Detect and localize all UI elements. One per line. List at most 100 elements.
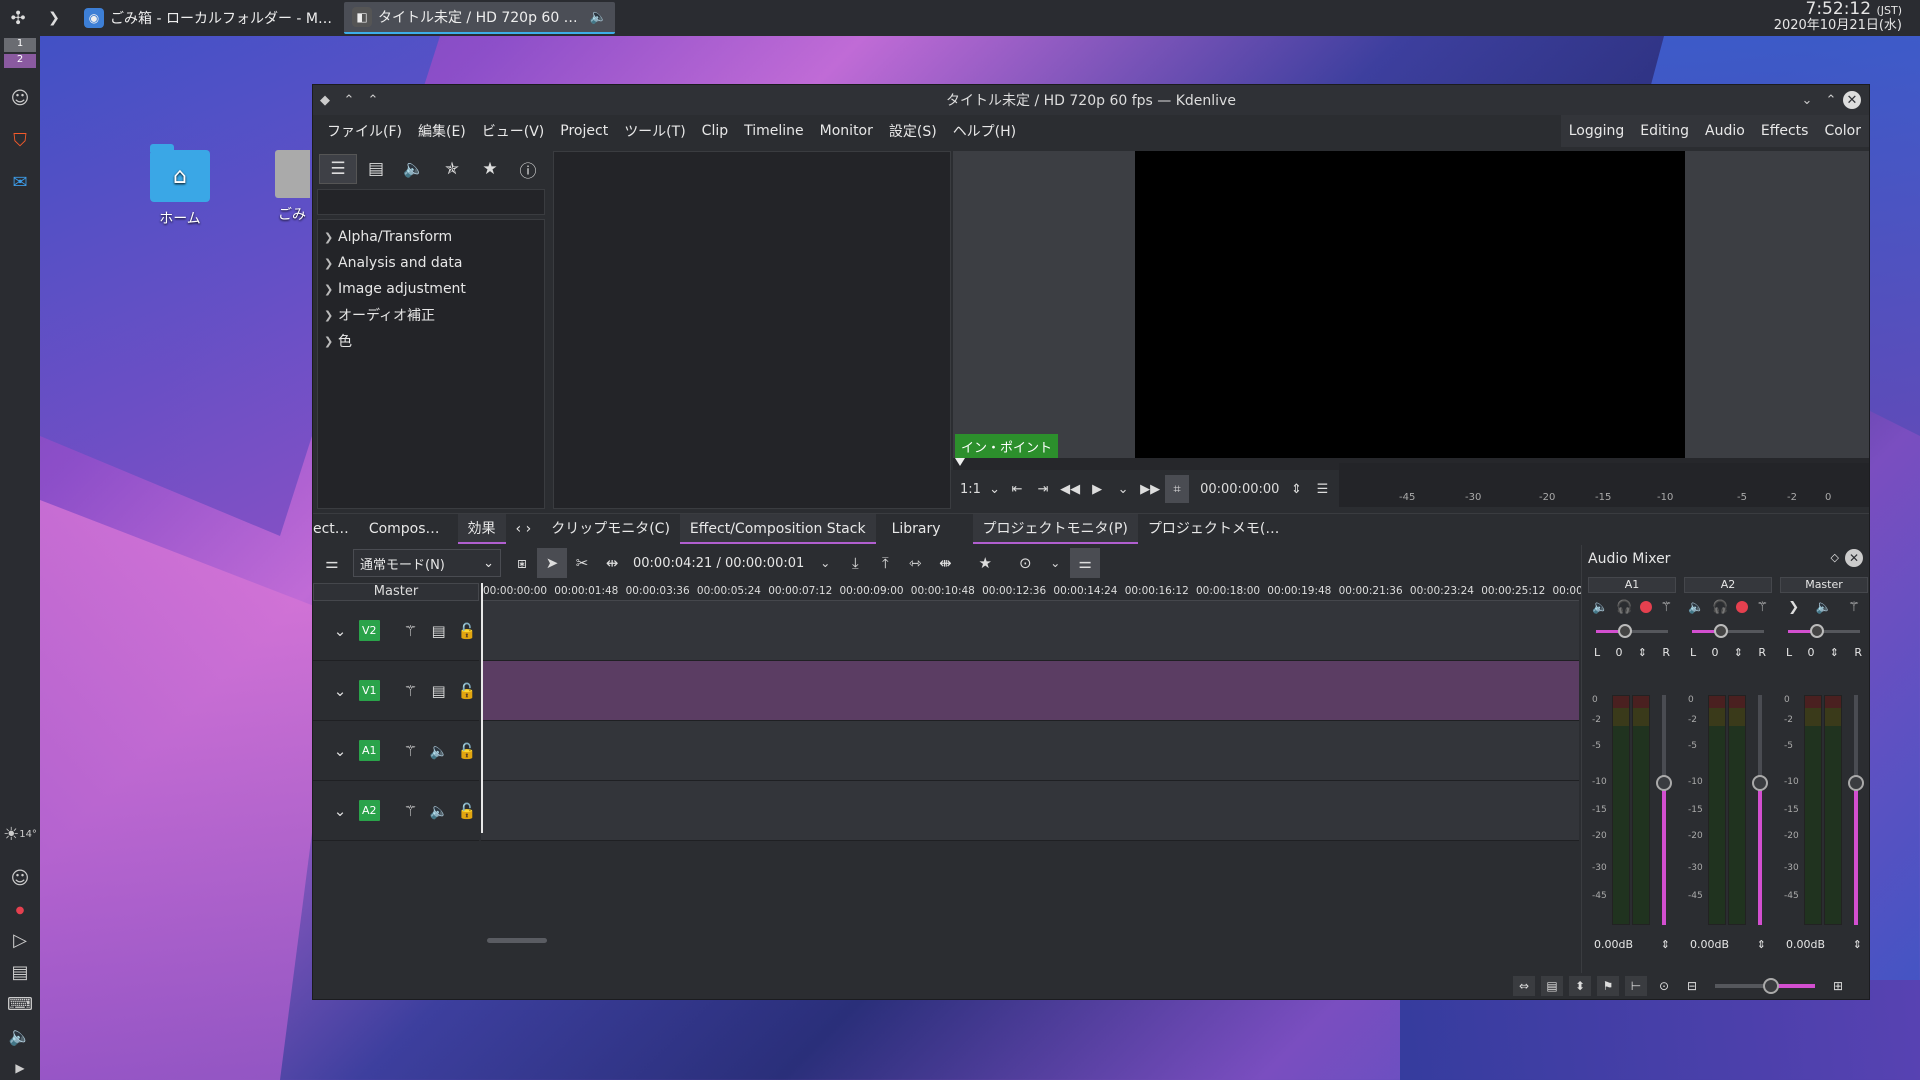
clipboard-icon[interactable]: ▤	[0, 954, 40, 990]
mute-icon[interactable]: 🔈	[1592, 600, 1608, 615]
desktop-home[interactable]: ⌂ ホーム	[130, 144, 230, 228]
pager-desktop-2[interactable]: 2	[4, 54, 36, 68]
thumbnails-icon[interactable]: ▤	[1541, 976, 1563, 996]
menu-help[interactable]: ヘルプ(H)	[945, 121, 1024, 141]
tab-compositions[interactable]: Compos…	[359, 514, 450, 544]
layout-audio[interactable]: Audio	[1697, 115, 1753, 147]
track-header-v2[interactable]: ⌄ V2 ⚚ ▤ 🔓	[313, 601, 479, 661]
effect-category[interactable]: ❯ Analysis and data	[318, 250, 544, 276]
menu-monitor[interactable]: Monitor	[812, 123, 881, 139]
collapse-icon[interactable]: ⌄	[331, 682, 349, 700]
track-tag[interactable]: V1	[359, 680, 380, 701]
crop-icon[interactable]: ⌗	[1165, 475, 1190, 503]
mixer-close-icon[interactable]: ✕	[1845, 549, 1863, 567]
effects-wand-icon[interactable]: ⚚	[402, 682, 420, 700]
discord-tray-icon[interactable]: ☺	[0, 860, 40, 896]
video-hide-icon[interactable]: ▤	[430, 682, 448, 700]
media-play-icon[interactable]: ▷	[0, 922, 40, 958]
track-tag[interactable]: A1	[359, 740, 380, 761]
menu-view[interactable]: ビュー(V)	[474, 121, 553, 141]
terminal-icon[interactable]: ❯	[36, 0, 72, 36]
menu-tools[interactable]: ツール(T)	[616, 121, 693, 141]
effect-category[interactable]: ❯ オーディオ補正	[318, 302, 544, 328]
db-value-field[interactable]: 0.00dB ⇕	[1780, 933, 1868, 955]
timecode-format-icon[interactable]: ⌄	[810, 548, 840, 578]
track-a1[interactable]	[481, 721, 1579, 781]
info-icon[interactable]: ⓘ	[509, 154, 547, 184]
play-icon[interactable]: ▶	[1085, 475, 1109, 503]
spin-icon[interactable]: ⇕	[1638, 646, 1647, 659]
track-v2[interactable]	[481, 601, 1579, 661]
keyboard-icon[interactable]: ⌨	[0, 986, 40, 1022]
monitor-timecode[interactable]: 00:00:00:00	[1197, 475, 1282, 503]
select-tool-icon[interactable]: ➤	[537, 548, 567, 578]
thunderbird-icon[interactable]: ✉	[0, 164, 40, 200]
video-hide-icon[interactable]: ▤	[430, 622, 448, 640]
layout-editing[interactable]: Editing	[1632, 115, 1697, 147]
spin-icon[interactable]: ⇕	[1734, 646, 1743, 659]
mute-icon[interactable]: 🔈	[430, 802, 449, 820]
zoom-fit-icon[interactable]: ⊙	[1653, 976, 1675, 996]
pan-value[interactable]: 0	[1807, 646, 1814, 659]
app-launcher-icon[interactable]: ✣	[0, 0, 36, 36]
expand-tray-icon[interactable]: ▶	[0, 1050, 40, 1080]
razor-tool-icon[interactable]: ✂	[567, 548, 597, 578]
pan-slider[interactable]	[1780, 621, 1868, 641]
tab-effects[interactable]: 効果	[457, 513, 506, 544]
record-icon[interactable]	[1736, 601, 1749, 613]
window-menu-icon[interactable]: ◆	[313, 88, 337, 112]
edit-mode-select[interactable]: 通常モード(N) ⌄	[353, 549, 501, 577]
zoom-in-icon[interactable]: ⊞	[1827, 976, 1849, 996]
timeline-playhead[interactable]	[481, 583, 483, 833]
effects-wand-icon[interactable]: ⚚	[1660, 600, 1672, 615]
effects-wand-icon[interactable]: ⚚	[1848, 600, 1860, 615]
track-height-icon[interactable]: ⇔	[1513, 976, 1535, 996]
track-tag[interactable]: V2	[359, 620, 380, 641]
mixer-toggle-icon[interactable]: ⚌	[1070, 548, 1101, 578]
window-titlebar[interactable]: ◆ ⌃ ⌃ タイトル未定 / HD 720p 60 fps — Kdenlive…	[313, 85, 1869, 115]
zoom-out-icon[interactable]: ⊟	[1681, 976, 1703, 996]
tab-project-monitor[interactable]: プロジェクトモニタ(P)	[972, 513, 1138, 544]
pan-slider[interactable]	[1684, 621, 1772, 641]
task-dolphin[interactable]: ◉ ごみ箱 - ローカルフォルダー - M…	[76, 2, 340, 34]
lock-icon[interactable]: 🔓	[458, 742, 477, 760]
menu-clip[interactable]: Clip	[694, 123, 736, 139]
speaker-icon[interactable]: 🔈	[590, 9, 607, 25]
spin-icon[interactable]: ⇕	[1757, 938, 1766, 951]
effects-wand-icon[interactable]: ⚚	[1756, 600, 1768, 615]
preview-render-icon[interactable]: ⊙	[1010, 548, 1040, 578]
preview-options-icon[interactable]: ⌄	[1040, 548, 1070, 578]
effects-wand-icon[interactable]: ⚚	[402, 742, 420, 760]
lock-icon[interactable]: 🔓	[458, 622, 477, 640]
menu-timeline[interactable]: Timeline	[736, 123, 812, 139]
record-icon[interactable]	[1640, 601, 1653, 613]
video-effects-icon[interactable]: ▤	[357, 154, 395, 184]
effect-stack-panel[interactable]	[553, 151, 951, 509]
extract-icon[interactable]: ⇿	[900, 548, 930, 578]
zoom-slider[interactable]	[1715, 978, 1815, 994]
snap-icon[interactable]: ⊢	[1625, 976, 1647, 996]
forward-icon[interactable]: ▶▶	[1137, 475, 1163, 503]
track-header-a2[interactable]: ⌄ A2 ⚚ 🔈 🔓	[313, 781, 479, 841]
keep-below-icon[interactable]: ⌃	[337, 88, 361, 112]
db-value-field[interactable]: 0.00dB ⇕	[1684, 933, 1772, 955]
spin-icon[interactable]: ⇕	[1830, 646, 1839, 659]
volume-icon[interactable]: 🔈	[0, 1018, 40, 1054]
tab-effect-stack[interactable]: Effect/Composition Stack	[679, 513, 876, 544]
mute-icon[interactable]: 🔈	[1816, 600, 1832, 615]
desktop-trash[interactable]: ごみ	[250, 150, 310, 224]
tab-project-notes[interactable]: プロジェクトメモ(…	[1138, 514, 1289, 544]
keep-above-icon[interactable]: ⌃	[361, 88, 385, 112]
timecode-spin-icon[interactable]: ⇕	[1284, 475, 1308, 503]
layout-color[interactable]: Color	[1816, 115, 1869, 147]
menu-settings[interactable]: 設定(S)	[881, 121, 945, 141]
float-icon[interactable]: ◇	[1831, 551, 1839, 564]
collapse-icon[interactable]: ⌄	[331, 802, 349, 820]
tab-clip-monitor[interactable]: クリップモニタ(C)	[541, 514, 680, 544]
close-icon[interactable]: ✕	[1843, 91, 1861, 109]
zoom-select[interactable]: 1:1 ⌄	[957, 475, 1003, 503]
insert-icon[interactable]: ⤓	[840, 548, 870, 578]
pan-slider[interactable]	[1588, 621, 1676, 641]
spin-icon[interactable]: ⇕	[1853, 938, 1862, 951]
track-tag[interactable]: A2	[359, 800, 380, 821]
